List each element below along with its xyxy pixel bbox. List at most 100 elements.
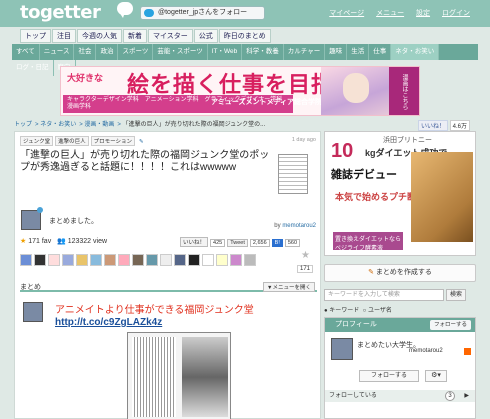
by-label: by	[274, 223, 281, 229]
banner-side: 漫画はこちら	[389, 67, 419, 115]
search-button[interactable]: 検索	[446, 289, 466, 301]
fav-user-icon[interactable]	[188, 254, 200, 266]
fav-user-icon[interactable]	[20, 254, 32, 266]
cat-humor[interactable]: ネタ・お笑い	[391, 44, 440, 60]
link-settings[interactable]: 設定	[416, 10, 430, 17]
nav-new[interactable]: 新着	[123, 29, 147, 43]
hatena-bookmark-icon[interactable]: B!	[271, 239, 283, 247]
tweet-image[interactable]	[127, 332, 231, 419]
cat-hobby[interactable]: 趣味	[325, 44, 348, 60]
fav-star-icon[interactable]: ★	[301, 250, 310, 261]
fav-user-icon[interactable]	[160, 254, 172, 266]
cat-news[interactable]: ニュース	[40, 44, 75, 60]
crumb-top[interactable]: トップ	[14, 122, 32, 128]
pencil-icon: ✎	[368, 269, 374, 276]
cat-life[interactable]: 生活	[347, 44, 370, 60]
fav-user-icon[interactable]	[118, 254, 130, 266]
cat-culture[interactable]: カルチャー	[284, 44, 326, 60]
fb-like-button[interactable]: いいね！	[417, 120, 448, 131]
banner-school: アミューズメントメディア総合学院	[211, 99, 323, 106]
fav-user-icon[interactable]	[230, 254, 242, 266]
logo[interactable]: togetter	[20, 2, 101, 23]
fav-user-icon[interactable]	[146, 254, 158, 266]
author-avatar[interactable]	[21, 210, 41, 230]
fav-user-icon[interactable]	[34, 254, 46, 266]
profile-avatar[interactable]	[331, 338, 353, 360]
fav-user-icon[interactable]	[174, 254, 186, 266]
create-label: まとめを作成する	[375, 269, 432, 276]
sidebar-ad[interactable]: 浜田ブリトニー 10 kgダイエット成功で 雑誌デビュー 本気で始めるプチ断食!…	[324, 131, 476, 256]
fav-user-icon[interactable]	[76, 254, 88, 266]
rss-icon[interactable]	[464, 348, 471, 355]
twitter-follow-button[interactable]: @togetter_jpさんをフォロー	[140, 6, 265, 20]
nav-meister[interactable]: マイスター	[148, 29, 193, 43]
follow-label: @togetter_jpさんをフォロー	[158, 9, 248, 16]
open-menu-button[interactable]: ▼メニューを開く	[263, 282, 315, 292]
profile-username[interactable]: memotarou2	[409, 348, 443, 354]
tweet-button[interactable]: Tweet	[227, 239, 248, 247]
tag-junkudo[interactable]: ジュンク堂	[20, 136, 54, 146]
tweet-count: 2,656	[249, 239, 270, 247]
link-login[interactable]: ログイン	[442, 10, 470, 17]
cat-sports[interactable]: スポーツ	[118, 44, 154, 60]
follow-button[interactable]: フォローする	[359, 370, 419, 382]
article-thumbnail[interactable]	[278, 154, 308, 194]
cat-politics[interactable]: 政治	[96, 44, 119, 60]
cat-science[interactable]: 科学・教養	[242, 44, 284, 60]
crumb-manga[interactable]: 漫画・動画	[84, 122, 114, 128]
cat-work[interactable]: 仕事	[369, 44, 392, 60]
fb-like-small[interactable]: いいね！	[180, 237, 209, 247]
tweet-link[interactable]: http://t.co/c9ZgLAZk4z	[55, 317, 162, 328]
create-matome-button[interactable]: ✎ まとめを作成する	[324, 264, 476, 282]
fav-user-icon[interactable]	[104, 254, 116, 266]
radio-keyword-icon[interactable]: ●	[324, 308, 328, 314]
ad-debut: 雑誌デビュー	[331, 169, 397, 181]
category-nav: すべて ニュース 社会 政治 スポーツ 芸能・スポーツ IT・Web 科学・教養 カルチャー 趣味…	[12, 44, 478, 76]
fav-user-icon[interactable]	[132, 254, 144, 266]
tag-promotion[interactable]: プロモーション	[90, 136, 136, 146]
fav-user-icon[interactable]	[48, 254, 60, 266]
profile-twitter-follow[interactable]: フォローする	[429, 320, 471, 330]
twitter-bird-icon	[144, 9, 154, 17]
cat-log[interactable]: ログ・日記	[12, 60, 54, 76]
nav-official[interactable]: 公式	[193, 29, 218, 43]
crumb-humor[interactable]: ネタ・お笑い	[40, 122, 76, 128]
fb-like-count: 4.6万	[449, 120, 470, 131]
summary-header: まとめ ▼メニューを開く	[20, 282, 317, 292]
tag-more-icon[interactable]: ✎	[137, 139, 146, 145]
search-input[interactable]: キーワードを入力して検索	[324, 289, 444, 301]
cat-society[interactable]: 社会	[74, 44, 97, 60]
nav-yesterday[interactable]: 昨日のまとめ	[218, 29, 271, 43]
nav-featured[interactable]: 注目	[52, 29, 76, 43]
author-link[interactable]: memotarou2	[282, 223, 316, 229]
profile-panel: プロフィール フォローする まとめたい大学生。 memotarou2 フォローす…	[324, 317, 476, 419]
logo-bubble-icon	[117, 2, 133, 18]
fav-user-icon[interactable]	[62, 254, 74, 266]
primary-nav: トップ 注目 今週の人気 新着 マイスター 公式 昨日のまとめ	[20, 29, 272, 43]
fav-user-icon[interactable]	[202, 254, 214, 266]
cat-all[interactable]: すべて	[12, 44, 40, 60]
radio-user-icon[interactable]: ○	[363, 308, 367, 314]
fav-user-icon[interactable]	[216, 254, 228, 266]
fav-user-icon[interactable]	[244, 254, 256, 266]
nav-weekly[interactable]: 今週の人気	[77, 29, 122, 43]
radio-user-label: ユーザ名	[367, 308, 392, 314]
gear-icon[interactable]: ⚙▾	[425, 370, 447, 382]
profile-heading: プロフィール	[335, 321, 377, 328]
banner-illustration	[321, 67, 391, 115]
star-icon: ★	[20, 238, 27, 245]
ad-banner[interactable]: 大好きな 絵を描く仕事を目指す! キャラクターデザイン学科 アニメーション学科 …	[60, 66, 420, 116]
tweet-avatar[interactable]	[23, 302, 43, 322]
tag-shingeki[interactable]: 進撃の巨人	[55, 136, 89, 146]
link-menu[interactable]: メニュー	[376, 10, 404, 17]
nav-top[interactable]: トップ	[20, 29, 51, 43]
cat-it[interactable]: IT・Web	[208, 44, 243, 60]
fav-user-icons	[20, 254, 258, 266]
link-mypage[interactable]: マイページ	[329, 10, 364, 17]
ad-model-photo	[411, 152, 473, 242]
breadcrumb: トップ > ネタ・お笑い > 漫画・動画 > 「進撃の巨人」が売り切れた際の福岡ジュン…	[14, 122, 266, 128]
chevron-right-icon[interactable]: ▶	[464, 392, 469, 399]
cat-ent[interactable]: 芸能・スポーツ	[153, 44, 208, 60]
top-links: マイページ メニュー 設定 ログイン	[319, 8, 470, 18]
fav-user-icon[interactable]	[90, 254, 102, 266]
